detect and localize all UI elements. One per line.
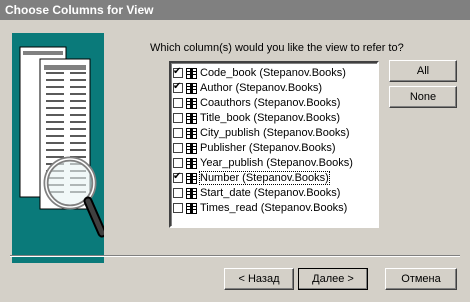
choose-columns-dialog: Choose Columns for View Which column(s) … [0,0,470,302]
next-label: Далее > [312,273,354,285]
column-label: Number (Stepanov.Books) [199,171,330,185]
select-all-label: All [416,65,430,77]
prompt-text: Which column(s) would you like the view … [150,42,404,54]
cancel-label: Отмена [401,273,441,285]
column-checkbox[interactable] [173,188,183,198]
table-column-icon [186,157,197,169]
select-all-button[interactable]: All [389,60,457,82]
column-label: Year_publish (Stepanov.Books) [200,157,353,169]
column-item[interactable]: Start_date (Stepanov.Books) [173,186,340,200]
column-label: Title_book (Stepanov.Books) [200,112,341,124]
column-checkbox[interactable] [173,98,183,108]
column-item[interactable]: Number (Stepanov.Books) [173,171,330,185]
column-label: Code_book (Stepanov.Books) [200,67,346,79]
column-checkbox[interactable] [173,66,183,78]
column-checkbox[interactable] [173,128,183,138]
back-label: < Назад [238,273,280,285]
column-item[interactable]: Publisher (Stepanov.Books) [173,141,336,155]
column-item[interactable]: Title_book (Stepanov.Books) [173,111,340,125]
column-label: Start_date (Stepanov.Books) [200,187,341,199]
wizard-illustration [12,33,104,263]
column-label: Times_read (Stepanov.Books) [200,202,348,214]
cancel-button[interactable]: Отмена [385,268,457,290]
column-item[interactable]: Coauthors (Stepanov.Books) [173,96,340,110]
table-column-icon [186,67,197,79]
table-column-icon [186,187,197,199]
table-column-icon [186,112,197,124]
column-label: Coauthors (Stepanov.Books) [200,97,341,109]
table-column-icon [186,172,197,184]
column-checkbox[interactable] [173,81,183,93]
select-none-label: None [409,91,437,103]
column-checkbox[interactable] [173,113,183,123]
separator [10,255,460,257]
column-label: City_publish (Stepanov.Books) [200,127,350,139]
table-column-icon [186,97,197,109]
next-button[interactable]: Далее > [298,268,368,290]
column-checkbox[interactable] [173,143,183,153]
column-checkbox[interactable] [173,203,183,213]
select-none-button[interactable]: None [389,86,457,108]
column-item[interactable]: Author (Stepanov.Books) [173,81,322,95]
table-column-icon [186,202,197,214]
column-item[interactable]: Code_book (Stepanov.Books) [173,66,346,80]
column-checkbox[interactable] [173,171,183,183]
column-checkbox[interactable] [173,158,183,168]
table-column-icon [186,127,197,139]
table-column-icon [186,82,197,94]
back-button[interactable]: < Назад [224,268,294,290]
window-title: Choose Columns for View [0,0,470,20]
column-label: Author (Stepanov.Books) [200,82,323,94]
column-item[interactable]: City_publish (Stepanov.Books) [173,126,350,140]
column-item[interactable]: Times_read (Stepanov.Books) [173,201,347,215]
column-label: Publisher (Stepanov.Books) [200,142,336,154]
table-column-icon [186,142,197,154]
columns-listbox[interactable]: Code_book (Stepanov.Books) Author (Stepan… [169,61,379,228]
column-item[interactable]: Year_publish (Stepanov.Books) [173,156,353,170]
